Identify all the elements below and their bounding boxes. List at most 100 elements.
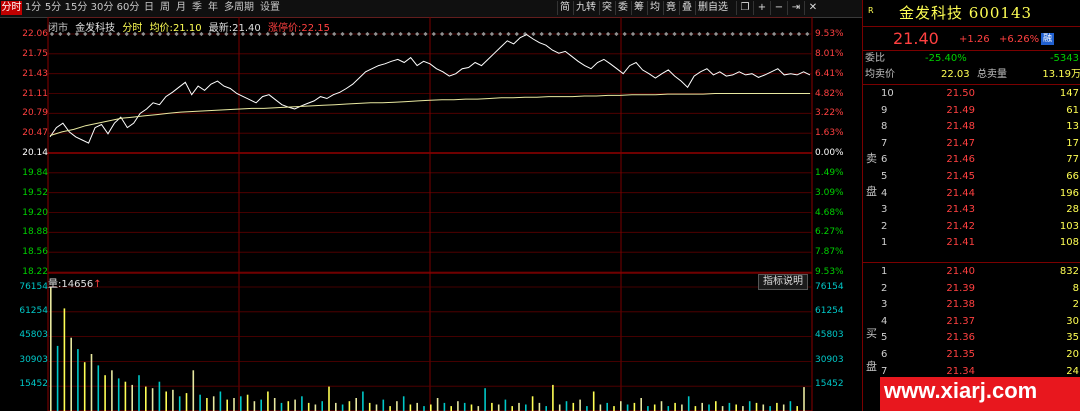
order-vol: 61 (1066, 104, 1079, 116)
volume-bar (56, 345, 59, 411)
buy-order-row[interactable]: 4 21.37 30 (863, 314, 1080, 330)
period-tab[interactable]: 30分 (90, 1, 114, 15)
period-tab[interactable]: 季 (190, 1, 204, 15)
order-level: 10 (881, 88, 894, 99)
minus-icon[interactable]: − (770, 1, 787, 15)
volume-info: 量:14656↑ (48, 275, 102, 290)
period-tab[interactable]: 月 (174, 1, 188, 15)
tool-button[interactable]: 突 (599, 1, 614, 15)
volume-bar (715, 401, 717, 411)
order-level: 5 (881, 171, 888, 182)
volume-bar (531, 396, 534, 411)
volume-bar (735, 404, 737, 411)
period-tab[interactable]: 分时 (1, 1, 22, 15)
period-tab[interactable]: 5分 (44, 1, 62, 15)
copy-icon[interactable]: ❐ (736, 1, 753, 15)
order-level: 7 (881, 137, 888, 149)
order-vol: 24 (1066, 365, 1079, 377)
volume-bar (355, 398, 357, 411)
sell-order-row[interactable]: 10 21.50 147 (863, 86, 1080, 102)
tool-button[interactable]: 委 (615, 1, 630, 15)
sell-order-row[interactable]: 9 21.49 61 (863, 103, 1080, 119)
sell-order-row[interactable]: 3 21.43 28 (863, 202, 1080, 218)
volume-bar (138, 375, 140, 411)
watermark-text: www.xiarj.com (884, 378, 1038, 403)
limit-marker (589, 31, 594, 37)
pin-icon[interactable]: ⇥ (787, 1, 804, 15)
period-tab[interactable]: 年 (206, 1, 220, 15)
volume-bar (348, 401, 351, 411)
period-tab[interactable]: 周 (158, 1, 172, 15)
limit-marker (581, 31, 586, 37)
buy-order-row[interactable]: 1 21.40 832 (863, 264, 1080, 280)
order-level: 3 (881, 204, 888, 216)
tool-button[interactable]: 叠 (679, 1, 694, 15)
period-tab[interactable]: 60分 (116, 1, 140, 15)
limit-marker (547, 31, 553, 37)
volume-bar (77, 349, 79, 411)
sell-order-row[interactable]: 2 21.42 103 (863, 219, 1080, 235)
tool-button[interactable]: 删自选 (695, 1, 730, 15)
latest-value: 21.40 (232, 23, 261, 34)
volume-bar (267, 391, 269, 411)
volume-tick: 30903 (815, 354, 844, 365)
volume-bar (328, 386, 330, 411)
price-change-pct: +6.26% (999, 34, 1040, 45)
pct-tick: 9.53% (815, 29, 844, 39)
period-tab[interactable]: 15分 (64, 1, 88, 15)
r-tag: R (868, 6, 874, 15)
tool-button[interactable]: 筹 (631, 1, 646, 15)
limit-marker (439, 31, 445, 37)
indicator-help-button[interactable]: 指标说明 (758, 274, 808, 290)
order-price: 21.46 (946, 154, 975, 166)
limit-marker (722, 31, 727, 37)
sell-order-row[interactable]: 5 21.45 66 (863, 169, 1080, 185)
volume-bar (178, 396, 181, 411)
tool-button[interactable]: 九转 (573, 1, 598, 15)
buy-order-row[interactable]: 2 21.39 8 (863, 281, 1080, 297)
tool-button[interactable]: 简 (557, 1, 572, 15)
order-vol: 8 (1072, 282, 1079, 294)
quote-panel: R 金发科技 600143 21.40 +1.26 +6.26% 融 委比 -2… (862, 0, 1080, 411)
buy-order-row[interactable]: 3 21.38 2 (863, 297, 1080, 313)
price-tick: 21.75 (22, 48, 48, 59)
period-tab[interactable]: 多周期 (222, 1, 256, 15)
order-price: 21.34 (946, 365, 975, 377)
limit-marker (431, 31, 436, 37)
buy-order-row[interactable]: 5 21.36 35 (863, 330, 1080, 346)
order-level: 8 (881, 121, 888, 133)
volume-bar (104, 375, 106, 411)
limit-marker (738, 31, 744, 37)
pct-tick: 1.63% (815, 128, 844, 139)
sell-order-row[interactable]: 1 21.41 108 (863, 235, 1080, 251)
tool-button[interactable]: 均 (647, 1, 662, 15)
order-vol: 35 (1066, 332, 1079, 344)
volume-bar (314, 404, 317, 411)
period-tab[interactable]: 设置 (258, 1, 282, 15)
period-tab[interactable]: 日 (142, 1, 156, 15)
volume-bar (368, 402, 371, 411)
volume-tick: 15452 (19, 378, 48, 389)
order-vol: 28 (1066, 204, 1079, 216)
sell-order-row[interactable]: 6 21.46 77 (863, 152, 1080, 168)
sell-order-row[interactable]: 4 21.44 196 (863, 186, 1080, 202)
plus-icon[interactable]: + (753, 1, 770, 15)
pct-tick: 3.09% (815, 187, 844, 198)
sell-order-row[interactable]: 8 21.48 13 (863, 119, 1080, 135)
volume-bar (728, 402, 731, 411)
chart-mode: 分时 (122, 23, 143, 34)
tool-button[interactable]: 竟 (663, 1, 678, 15)
period-tab[interactable]: 1分 (24, 1, 42, 15)
volume-tick: 76154 (19, 282, 48, 292)
limit-marker (614, 31, 619, 37)
limit-marker (398, 31, 403, 37)
close-icon[interactable]: ✕ (804, 1, 821, 15)
volume-bar (511, 406, 513, 411)
volume-bar (63, 308, 66, 411)
sell-order-row[interactable]: 7 21.47 17 (863, 136, 1080, 152)
buy-order-row[interactable]: 6 21.35 20 (863, 347, 1080, 363)
pct-tick: 0.00% (815, 148, 844, 158)
price-tick: 19.84 (22, 167, 48, 178)
limit-marker (597, 31, 602, 37)
volume-bar (301, 396, 303, 411)
